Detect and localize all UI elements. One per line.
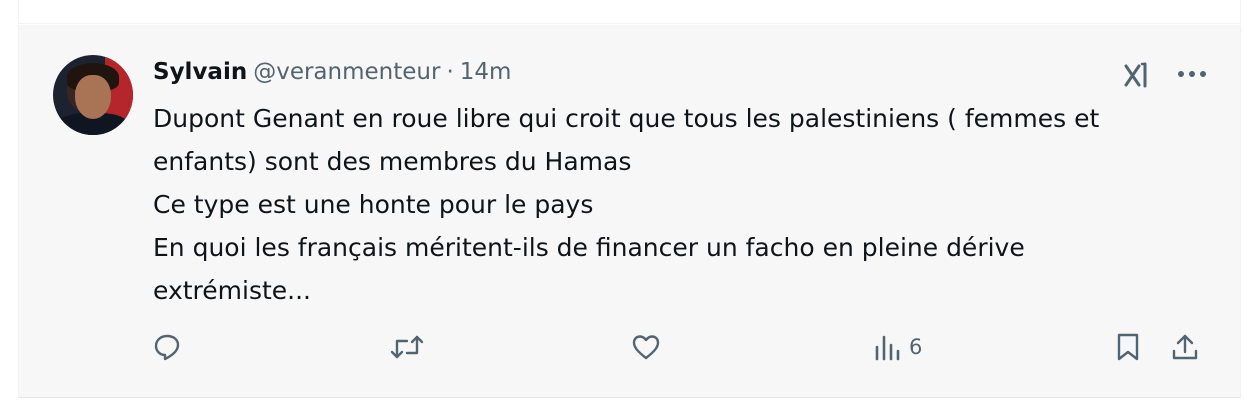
post-text-line: Ce type est une honte pour le pays [153,190,594,219]
post-timestamp[interactable]: 14m [460,59,512,85]
bookmark-icon [1115,332,1141,362]
action-bar: 6 [153,327,1213,367]
avatar[interactable] [53,55,133,135]
post-text-line: extrémiste... [153,276,311,305]
views-icon [873,333,901,361]
share-icon [1171,332,1199,362]
post-card[interactable]: Sylvain @veranmenteur · 14m Dupont Genan… [18,25,1241,398]
reply-icon [153,333,181,361]
post-text-line: enfants) sont des membres du Hamas [153,147,632,176]
views-count: 6 [909,335,923,359]
like-button[interactable] [631,327,661,367]
post-text: Dupont Genant en roue libre qui croit qu… [153,97,1213,312]
repost-icon [389,333,425,361]
separator-dot: · [446,59,454,85]
more-horizontal-icon[interactable] [1175,57,1209,91]
post-text-line: En quoi les français méritent-ils de fin… [153,233,1025,262]
author-handle[interactable]: @veranmenteur [253,59,440,85]
previous-post-edge [18,0,1241,24]
like-icon [631,333,661,361]
post-text-line: Dupont Genant en roue libre qui croit qu… [153,104,1100,133]
reply-button[interactable] [153,327,181,367]
grok-icon[interactable] [1123,61,1151,89]
author-name[interactable]: Sylvain [153,59,247,85]
views-button[interactable]: 6 [873,327,922,367]
bookmark-button[interactable] [1115,327,1141,367]
post-header: Sylvain @veranmenteur · 14m [153,55,511,89]
repost-button[interactable] [389,327,425,367]
share-button[interactable] [1171,327,1199,367]
